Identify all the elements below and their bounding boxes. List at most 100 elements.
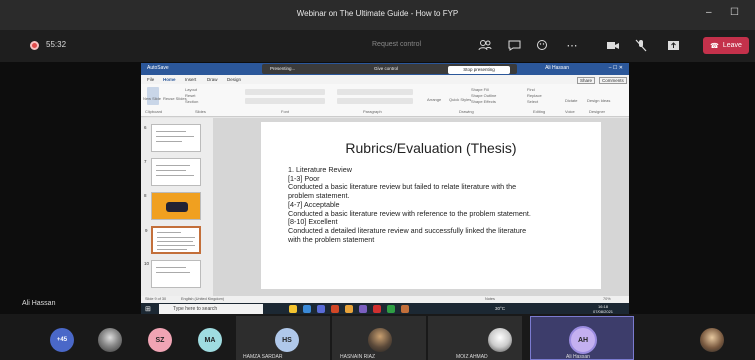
give-control-button[interactable]: Give control xyxy=(374,66,398,71)
car-image xyxy=(166,202,188,212)
leave-label: Leave xyxy=(722,42,742,49)
ribbon: New Slide Reuse Slides Layout Reset Sect… xyxy=(141,84,629,117)
participant-name: HAMZA SARDAR xyxy=(243,354,283,360)
minimize-button[interactable]: – xyxy=(706,7,712,18)
replace-button[interactable]: Replace xyxy=(527,93,542,98)
zoom-level[interactable]: 70% xyxy=(603,297,611,301)
comments-button[interactable]: Comments xyxy=(599,77,627,84)
meeting-timer: 55:32 xyxy=(46,40,67,49)
layout-button[interactable]: Layout xyxy=(185,87,197,92)
shape-outline-button[interactable]: Shape Outline xyxy=(471,93,496,98)
tab-design[interactable]: Design xyxy=(227,77,241,82)
group-voice: Voice xyxy=(565,109,575,114)
participants-icon[interactable] xyxy=(476,37,494,53)
taskbar-search-input[interactable]: Type here to search xyxy=(159,304,263,314)
tab-draw[interactable]: Draw xyxy=(207,77,218,82)
participant-avatar[interactable]: SZ xyxy=(148,328,172,352)
edge-icon[interactable] xyxy=(303,305,311,313)
taskbar-clock[interactable]: 16:18 07/08/2021 xyxy=(593,304,613,314)
app-icon[interactable] xyxy=(401,305,409,313)
slide-thumbnail[interactable]: 10 xyxy=(144,260,201,288)
font-selector[interactable] xyxy=(245,89,325,95)
slide-body[interactable]: 1. Literature Review [1-3] Poor Conducte… xyxy=(288,165,598,244)
group-clipboard: Clipboard xyxy=(145,109,163,114)
more-options-icon[interactable]: ⋯ xyxy=(563,37,581,53)
slide-thumbnail[interactable]: 7 xyxy=(144,158,201,186)
shape-effects-button[interactable]: Shape Effects xyxy=(471,99,496,104)
slide-title[interactable]: Rubrics/Evaluation (Thesis) xyxy=(261,140,601,156)
file-explorer-icon[interactable] xyxy=(289,305,297,313)
group-designer: Designer xyxy=(589,109,606,114)
participant-avatar[interactable] xyxy=(700,328,724,352)
window-titlebar: Webinar on The Ultimate Guide - How to F… xyxy=(0,0,755,30)
section-button[interactable]: Section xyxy=(185,99,198,104)
font-format-tools[interactable] xyxy=(245,98,325,104)
reuse-slides-button[interactable]: Reuse Slides xyxy=(163,96,187,101)
ribbon-tabs: File Home Insert Draw Design Share Comme… xyxy=(141,75,629,84)
presenting-status: Presenting... xyxy=(270,66,296,71)
app-icon[interactable] xyxy=(359,305,367,313)
participant-name: Ali Hassan xyxy=(566,354,590,360)
app-icon[interactable] xyxy=(373,305,381,313)
slide-thumbnail[interactable]: 6 xyxy=(144,124,201,152)
stop-presenting-button[interactable]: Stop presenting xyxy=(448,66,510,74)
select-button[interactable]: Select xyxy=(527,99,538,104)
tab-home[interactable]: Home xyxy=(163,77,176,82)
app-icon[interactable] xyxy=(345,305,353,313)
share-tray-icon[interactable] xyxy=(664,37,682,53)
participant-name: HASNAIN RIAZ xyxy=(340,354,376,360)
participant-avatar: HS xyxy=(275,328,299,352)
chat-icon[interactable] xyxy=(505,37,523,53)
camera-off-icon[interactable] xyxy=(604,37,622,53)
reactions-icon[interactable] xyxy=(533,37,551,53)
shape-fill-button[interactable]: Shape Fill xyxy=(471,87,489,92)
find-button[interactable]: Find xyxy=(527,87,535,92)
arrange-button[interactable]: Arrange xyxy=(427,97,441,102)
new-slide-button[interactable]: New Slide xyxy=(143,96,161,101)
tab-file[interactable]: File xyxy=(147,77,154,82)
slide-thumbnail[interactable]: 8 xyxy=(144,192,201,220)
slide-line: with the problem statement xyxy=(288,234,375,244)
tab-insert[interactable]: Insert xyxy=(185,77,196,82)
participant-avatar xyxy=(488,328,512,352)
chrome-icon[interactable] xyxy=(387,305,395,313)
dictate-button[interactable]: Dictate xyxy=(565,98,577,103)
reset-button[interactable]: Reset xyxy=(185,93,195,98)
participant-avatar[interactable]: MA xyxy=(198,328,222,352)
slide-thumbnail-selected[interactable]: 9 xyxy=(145,226,201,254)
slide-count: Slide 9 of 30 xyxy=(145,297,167,301)
powerpoint-icon[interactable] xyxy=(331,305,339,313)
ppt-autosave: AutoSave xyxy=(147,65,169,71)
group-drawing: Drawing xyxy=(459,109,474,114)
mic-off-icon[interactable] xyxy=(632,37,650,53)
participant-avatar[interactable] xyxy=(98,328,122,352)
weather-widget[interactable]: 30°C xyxy=(495,306,505,311)
ppt-window-controls[interactable]: – ☐ ✕ xyxy=(609,65,623,71)
language[interactable]: English (United Kingdom) xyxy=(181,297,224,301)
participant-avatar: AH xyxy=(569,326,597,354)
teams-icon[interactable] xyxy=(317,305,325,313)
ppt-statusbar: Slide 9 of 30 English (United Kingdom) N… xyxy=(141,296,629,303)
quick-styles-button[interactable]: Quick Styles xyxy=(449,97,471,102)
presenter-name: Ali Hassan xyxy=(22,300,56,307)
overflow-participants-button[interactable]: +45 xyxy=(50,328,74,352)
request-control-button[interactable]: Request control xyxy=(372,41,421,48)
list-tools[interactable] xyxy=(337,89,413,95)
share-button[interactable]: Share xyxy=(577,77,596,84)
align-tools[interactable] xyxy=(337,98,413,104)
participant-avatar xyxy=(368,328,392,352)
current-slide[interactable]: Rubrics/Evaluation (Thesis) 1. Literatur… xyxy=(261,122,601,289)
group-editing: Editing xyxy=(533,109,546,114)
design-ideas-button[interactable]: Design Ideas xyxy=(587,98,610,103)
maximize-button[interactable]: ☐ xyxy=(730,7,739,18)
window-title: Webinar on The Ultimate Guide - How to F… xyxy=(296,9,459,18)
slide-line: 1. Literature Review xyxy=(288,165,352,174)
group-slides: Slides xyxy=(195,109,206,114)
leave-button[interactable]: ☎ Leave xyxy=(703,37,749,54)
slide-thumbnails-pane: 6 7 8 9 10 xyxy=(141,118,213,296)
windows-start-icon[interactable]: ⊞ xyxy=(145,305,151,313)
ppt-account: Ali Hassan xyxy=(545,65,569,71)
phone-hangup-icon: ☎ xyxy=(710,42,719,50)
group-font: Font xyxy=(281,109,290,114)
notes-button[interactable]: Notes xyxy=(485,297,495,301)
